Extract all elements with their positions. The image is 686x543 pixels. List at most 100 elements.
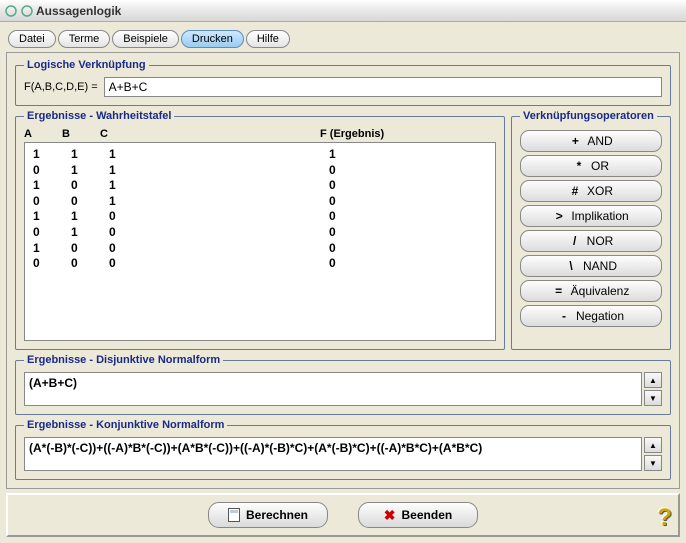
title-bar: Aussagenlogik [0,0,686,22]
table-row: 0110 [33,163,487,179]
col-header-b: B [62,128,100,140]
tab-bar: Datei Terme Beispiele Drucken Hilfe [6,26,680,48]
truth-cell: 1 [329,147,449,163]
logic-group: Logische Verknüpfung F(A,B,C,D,E) = [15,59,671,106]
table-row: 1010 [33,178,487,194]
operator-button-nand[interactable]: \ NAND [520,255,662,277]
main-panel: Logische Verknüpfung F(A,B,C,D,E) = Erge… [6,52,680,489]
truth-cell: 0 [71,256,109,272]
truth-cell: 0 [33,256,71,272]
truth-cell: 0 [109,225,329,241]
tab-hilfe[interactable]: Hilfe [246,30,290,48]
truth-cell: 1 [71,209,109,225]
window-title: Aussagenlogik [36,4,121,18]
truth-cell: 1 [71,225,109,241]
truth-cell: 0 [71,194,109,210]
operator-symbol: # [569,184,581,198]
exit-button[interactable]: ✖ Beenden [358,502,478,528]
logic-legend: Logische Verknüpfung [24,59,149,71]
operator-symbol: > [553,209,565,223]
col-header-c: C [100,128,320,140]
operator-button-negation[interactable]: -Negation [520,305,662,327]
truth-cell: 0 [71,178,109,194]
table-row: 1000 [33,241,487,257]
dnf-scroll-down-icon[interactable]: ▼ [644,390,662,406]
operator-label: NOR [587,234,614,248]
truth-cell: 1 [71,163,109,179]
truth-cell: 1 [109,163,329,179]
operator-label: Negation [576,309,624,323]
operator-label: Äquivalenz [571,284,630,298]
operator-button-nor[interactable]: / NOR [520,230,662,252]
operator-button-xor[interactable]: # XOR [520,180,662,202]
truth-cell: 1 [33,241,71,257]
knf-legend: Ergebnisse - Konjunktive Normalform [24,419,227,431]
bottom-bar: Berechnen ✖ Beenden ? [6,493,680,537]
operator-button-äquivalenz[interactable]: = Äquivalenz [520,280,662,302]
minimize-icon[interactable] [4,4,18,18]
operators-legend: Verknüpfungsoperatoren [520,110,657,122]
tab-datei[interactable]: Datei [8,30,56,48]
truth-cell: 0 [329,225,449,241]
operator-label: Implikation [571,209,628,223]
truth-cell: 0 [33,225,71,241]
table-row: 0010 [33,194,487,210]
truth-cell: 0 [329,209,449,225]
dnf-group: Ergebnisse - Disjunktive Normalform (A+B… [15,354,671,415]
tab-beispiele[interactable]: Beispiele [112,30,179,48]
truth-cell: 0 [109,209,329,225]
truth-cell: 1 [109,194,329,210]
operator-button-or[interactable]: *OR [520,155,662,177]
app-frame: Datei Terme Beispiele Drucken Hilfe Logi… [0,22,686,543]
operator-symbol: = [553,284,565,298]
help-icon[interactable]: ? [657,504,672,532]
truth-cell: 0 [109,241,329,257]
knf-scroll-up-icon[interactable]: ▲ [644,437,662,453]
table-row: 1111 [33,147,487,163]
truth-table[interactable]: 11110110101000101100010010000000 [24,142,496,341]
table-row: 1100 [33,209,487,225]
compute-button[interactable]: Berechnen [208,502,328,528]
close-icon: ✖ [384,507,396,524]
operator-button-implikation[interactable]: > Implikation [520,205,662,227]
operator-symbol: / [569,234,581,248]
calculator-icon [228,508,240,522]
truth-cell: 0 [329,194,449,210]
maximize-icon[interactable] [20,4,34,18]
operators-group: Verknüpfungsoperatoren + AND *OR # XOR > Impli… [511,110,671,350]
truth-cell: 0 [33,194,71,210]
operator-label: XOR [587,184,613,198]
table-row: 0100 [33,225,487,241]
truth-cell: 0 [329,163,449,179]
operator-label: AND [587,134,612,148]
formula-label: F(A,B,C,D,E) = [24,81,98,93]
operator-button-and[interactable]: + AND [520,130,662,152]
truth-header: A B C F (Ergebnis) [24,128,496,142]
col-header-a: A [24,128,62,140]
formula-input[interactable] [104,77,662,97]
operators-list: + AND *OR # XOR > Implikation / NOR \ NAND = Äquival… [520,128,662,327]
truth-cell: 0 [109,256,329,272]
truth-cell: 1 [109,147,329,163]
truth-cell: 0 [329,178,449,194]
operator-label: NAND [583,259,617,273]
truth-cell: 1 [71,147,109,163]
truth-cell: 0 [329,241,449,257]
knf-scroll-down-icon[interactable]: ▼ [644,455,662,471]
tab-drucken[interactable]: Drucken [181,30,244,48]
operator-symbol: + [569,134,581,148]
col-header-f: F (Ergebnis) [320,128,440,140]
dnf-scroll-up-icon[interactable]: ▲ [644,372,662,388]
knf-output[interactable]: (A*(-B)*(-C))+((-A)*B*(-C))+(A*B*(-C))+(… [24,437,642,471]
tab-terme[interactable]: Terme [58,30,111,48]
compute-label: Berechnen [246,508,308,522]
dnf-output[interactable]: (A+B+C) [24,372,642,406]
dnf-legend: Ergebnisse - Disjunktive Normalform [24,354,223,366]
truth-cell: 1 [33,178,71,194]
exit-label: Beenden [402,508,453,522]
operator-label: OR [591,159,609,173]
truth-cell: 1 [109,178,329,194]
operator-symbol: \ [565,259,577,273]
truth-cell: 1 [33,147,71,163]
truth-group: Ergebnisse - Wahrheitstafel A B C F (Erg… [15,110,505,350]
